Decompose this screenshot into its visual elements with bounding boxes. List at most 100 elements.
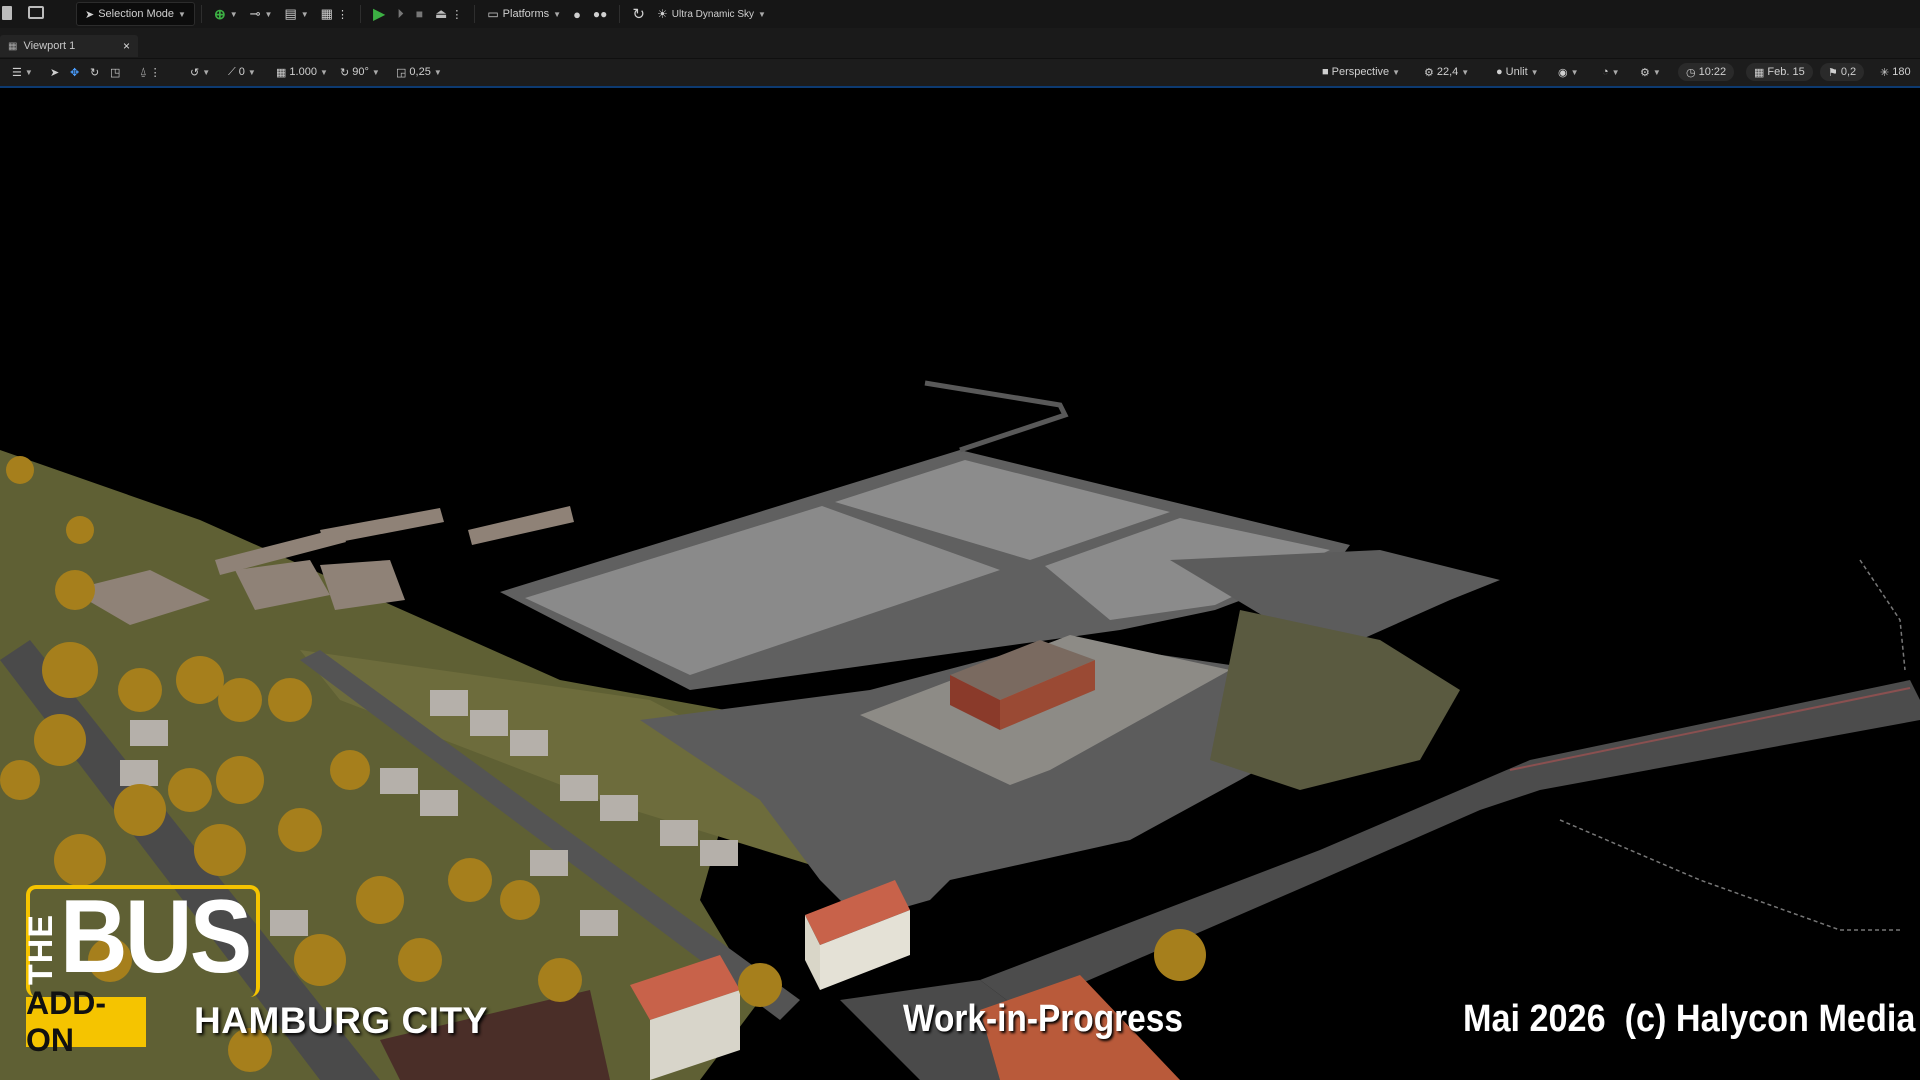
tab-bar: ▦ Viewport 1 × (0, 28, 1920, 59)
divider (619, 5, 621, 23)
rotate-icon: ↻ (90, 66, 100, 79)
level-viewport[interactable]: THE BUS ADD-ON HAMBURG CITY Work-in-Prog… (0, 88, 1920, 1080)
time-control[interactable]: ◷ 10:22 (1678, 63, 1735, 81)
dashed-boundary (1559, 819, 1900, 931)
sun-icon: ☀ (657, 7, 668, 21)
snap-icon: ⍙ (140, 65, 147, 78)
flag-value: 0,2 (1840, 66, 1857, 78)
chevron-down-icon: ▼ (1611, 67, 1620, 77)
selection-mode-dropdown[interactable]: ➤ Selection Mode ▼ (76, 2, 195, 26)
blueprint-button[interactable]: ⊸ ▼ (244, 3, 279, 25)
refresh-icon: ↻ (632, 6, 645, 23)
addon-badge: ADD-ON (26, 985, 146, 1058)
chevron-down-icon: ▼ (553, 9, 562, 19)
scale-tool-button[interactable]: ◳ (110, 63, 120, 81)
content-browser-icon[interactable] (28, 6, 44, 19)
save-icon[interactable] (2, 6, 12, 20)
eject-button[interactable]: ⏏ ⋮ (429, 3, 468, 25)
add-cube-icon: ⊕ (213, 5, 226, 22)
play-icon: ▶ (372, 6, 386, 23)
scale-icon: ◳ (110, 66, 121, 79)
flag-icon: ⚑ (1828, 66, 1838, 79)
add-actor-button[interactable]: ⊕ ▼ (208, 3, 244, 25)
gear-icon: ⚙ (1640, 66, 1650, 79)
chevron-down-icon: ▼ (1570, 67, 1579, 77)
refresh-button[interactable]: ↻ (626, 3, 651, 25)
build-icon: ▦ (320, 6, 333, 21)
rotation-snap-button[interactable]: ⟋ 0 ▼ (228, 63, 256, 81)
coordinate-space-button[interactable]: ↺ ▼ (190, 63, 210, 81)
copyright-caption: Mai 2026 (c) Halycon Media (1463, 998, 1916, 1040)
sky-label: Ultra Dynamic Sky (671, 8, 755, 20)
sun-icon: ✳ (1880, 66, 1890, 79)
rotation-snap-value: 0 (238, 66, 245, 78)
dashed-boundary (1859, 559, 1906, 671)
chevron-down-icon: ▼ (1392, 67, 1401, 77)
city-caption: HAMBURG CITY (194, 1000, 488, 1041)
platforms-dropdown[interactable]: ▭ Platforms ▼ (481, 3, 567, 25)
translate-tool-button[interactable]: ✥ (70, 63, 79, 81)
main-toolbar: ➤ Selection Mode ▼ ⊕ ▼ ⊸ ▼ ▤ ▼ ▦ ⋮ ▶ ⏵ ■ ⏏ ⋮ … (0, 0, 1920, 28)
chevron-down-icon: ▼ (229, 9, 238, 19)
date-value: Feb. 15 (1767, 66, 1805, 78)
camera-speed-value: 22,4 (1436, 66, 1459, 78)
chevron-down-icon: ▼ (300, 9, 309, 19)
settings-dropdown[interactable]: ⚙ ▼ (1640, 63, 1661, 81)
select-tool-button[interactable]: ➤ (50, 63, 59, 81)
more-icon: ⋮ (451, 8, 463, 21)
gauge-icon: ◔ (1602, 66, 1609, 78)
clapper-icon: ▤ (284, 6, 297, 21)
rotate-tool-button[interactable]: ↻ (90, 63, 99, 81)
sun-control[interactable]: ✳ 180 (1880, 63, 1911, 81)
advance-frame-button[interactable]: ⏵ (391, 3, 410, 25)
camera-speed-dropdown[interactable]: ⚙ 22,4 ▼ (1424, 63, 1469, 81)
viewport-options-button[interactable]: ☰ ▼ (12, 63, 33, 81)
play-button[interactable]: ▶ (367, 3, 391, 25)
chevron-down-icon: ▼ (433, 67, 442, 77)
scale-snap-button[interactable]: ▦ 1.000 ▼ (276, 63, 328, 81)
close-icon[interactable]: × (123, 39, 130, 53)
grass-right (1210, 610, 1460, 790)
viewport-icon: ▦ (8, 40, 18, 52)
build-button[interactable]: ▦ ⋮ (315, 3, 354, 25)
scale-snap-value: 1.000 (289, 66, 317, 78)
user-icon: ● (573, 6, 581, 22)
move-icon: ✥ (70, 66, 80, 79)
surface-snap-button[interactable]: ⍙ ⋮ (140, 63, 161, 81)
perspective-dropdown[interactable]: ■ Perspective ▼ (1322, 63, 1400, 81)
clock-icon: ◷ (1686, 66, 1696, 79)
camera-icon: ■ (1322, 66, 1329, 78)
sky-dropdown[interactable]: ☀ Ultra Dynamic Sky ▼ (651, 3, 772, 25)
tab-viewport-1[interactable]: ▦ Viewport 1 × (0, 35, 138, 57)
scale-snap-icon: ◲ (396, 66, 407, 79)
calendar-icon: ▦ (1754, 66, 1765, 79)
sun-value: 180 (1892, 66, 1911, 78)
date-control[interactable]: ▦ Feb. 15 (1746, 63, 1813, 81)
rotate-snap-icon: ↻ (340, 66, 350, 79)
lit-mode-dropdown[interactable]: ● Unlit ▼ (1496, 63, 1539, 81)
show-dropdown[interactable]: ◉ ▼ (1558, 63, 1579, 81)
divider (474, 5, 476, 23)
angle-snap-button[interactable]: ↻ 90° ▼ (340, 63, 380, 81)
performance-dropdown[interactable]: ◔ ▼ (1602, 63, 1620, 81)
lit-mode-label: Unlit (1505, 66, 1528, 78)
flag-control[interactable]: ⚑ 0,2 (1820, 63, 1865, 81)
cinematics-button[interactable]: ▤ ▼ (278, 3, 314, 25)
user-button[interactable]: ● (567, 3, 587, 25)
grid-snap-button[interactable]: ◲ 0,25 ▼ (396, 63, 442, 81)
stop-button[interactable]: ■ (410, 3, 429, 25)
grid-icon: ▦ (276, 66, 287, 79)
chevron-down-icon: ▼ (247, 67, 256, 77)
blueprint-icon: ⊸ (249, 6, 261, 21)
city-scene (0, 380, 1920, 1080)
chevron-down-icon: ▼ (202, 67, 211, 77)
users-icon: ●● (592, 7, 608, 21)
camera-speed-icon: ⚙ (1424, 66, 1434, 79)
multi-user-button[interactable]: ●● (587, 3, 614, 25)
divider (359, 5, 361, 23)
chevron-down-icon: ▼ (178, 9, 186, 19)
time-value: 10:22 (1698, 66, 1727, 78)
angle-snap-icon: ⟋ (228, 65, 236, 78)
eject-icon: ⏏ (435, 6, 448, 21)
access-road (924, 380, 1069, 453)
